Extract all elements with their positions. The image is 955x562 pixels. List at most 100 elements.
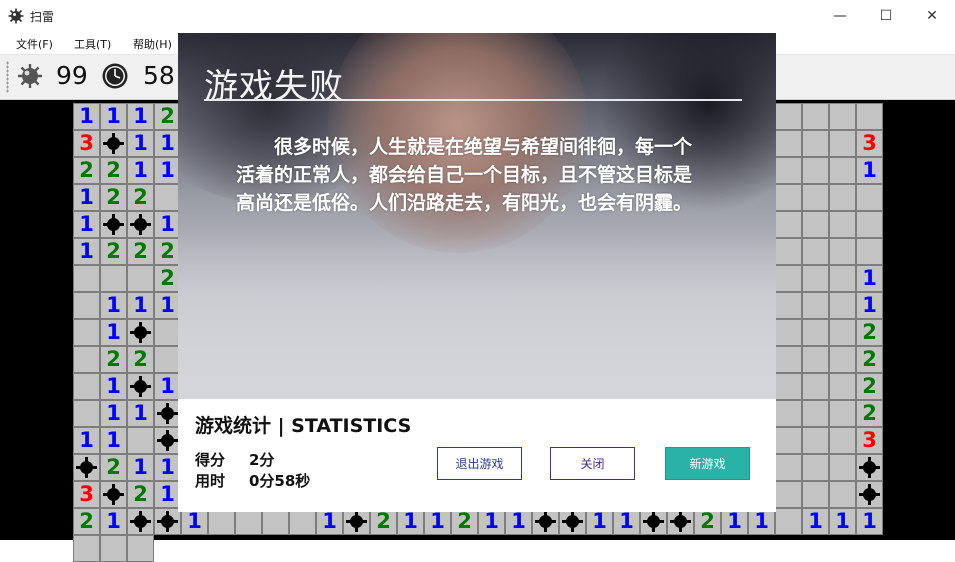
number-cell[interactable]: 1	[397, 508, 424, 535]
hidden-cell[interactable]	[829, 157, 856, 184]
mine-cell[interactable]	[100, 130, 127, 157]
hidden-cell[interactable]	[802, 130, 829, 157]
maximize-button[interactable]: ☐	[863, 0, 909, 32]
hidden-cell[interactable]	[775, 157, 802, 184]
number-cell[interactable]: 2	[154, 103, 181, 130]
number-cell[interactable]: 2	[100, 346, 127, 373]
hidden-cell[interactable]	[775, 481, 802, 508]
hidden-cell[interactable]	[802, 265, 829, 292]
title-bar[interactable]: 扫雷 — ☐ ✕	[0, 0, 955, 32]
number-cell[interactable]: 1	[127, 454, 154, 481]
hidden-cell[interactable]	[802, 103, 829, 130]
number-cell[interactable]: 1	[100, 427, 127, 454]
hidden-cell[interactable]	[802, 400, 829, 427]
hidden-cell[interactable]	[829, 373, 856, 400]
number-cell[interactable]: 2	[856, 373, 883, 400]
empty-cell[interactable]	[208, 508, 235, 535]
hidden-cell[interactable]	[775, 211, 802, 238]
hidden-cell[interactable]	[775, 130, 802, 157]
mine-cell[interactable]	[856, 481, 883, 508]
hidden-cell[interactable]	[802, 481, 829, 508]
hidden-cell[interactable]	[829, 265, 856, 292]
number-cell[interactable]: 1	[856, 157, 883, 184]
number-cell[interactable]: 1	[154, 211, 181, 238]
hidden-cell[interactable]	[856, 211, 883, 238]
mine-cell[interactable]	[100, 481, 127, 508]
hidden-cell[interactable]	[100, 265, 127, 292]
empty-cell[interactable]	[100, 535, 127, 562]
number-cell[interactable]: 2	[73, 157, 100, 184]
hidden-cell[interactable]	[802, 157, 829, 184]
number-cell[interactable]: 1	[127, 103, 154, 130]
mine-cell[interactable]	[343, 508, 370, 535]
hidden-cell[interactable]	[829, 103, 856, 130]
mine-cell[interactable]	[559, 508, 586, 535]
hidden-cell[interactable]	[829, 238, 856, 265]
hidden-cell[interactable]	[802, 238, 829, 265]
hidden-cell[interactable]	[775, 454, 802, 481]
empty-cell[interactable]	[262, 508, 289, 535]
number-cell[interactable]: 1	[73, 238, 100, 265]
number-cell[interactable]: 2	[694, 508, 721, 535]
number-cell[interactable]: 2	[127, 481, 154, 508]
number-cell[interactable]: 2	[370, 508, 397, 535]
number-cell[interactable]: 3	[73, 130, 100, 157]
number-cell[interactable]: 2	[100, 157, 127, 184]
number-cell[interactable]: 2	[127, 346, 154, 373]
hidden-cell[interactable]	[775, 400, 802, 427]
exit-game-button[interactable]: 退出游戏	[437, 447, 522, 480]
toolbar-grip[interactable]	[6, 61, 9, 93]
mine-cell[interactable]	[856, 454, 883, 481]
hidden-cell[interactable]	[775, 319, 802, 346]
hidden-cell[interactable]	[829, 184, 856, 211]
mine-cell[interactable]	[127, 319, 154, 346]
number-cell[interactable]: 1	[100, 508, 127, 535]
hidden-cell[interactable]	[73, 265, 100, 292]
hidden-cell[interactable]	[802, 292, 829, 319]
mine-cell[interactable]	[100, 211, 127, 238]
number-cell[interactable]: 2	[100, 184, 127, 211]
hidden-cell[interactable]	[775, 373, 802, 400]
number-cell[interactable]: 1	[100, 103, 127, 130]
hidden-cell[interactable]	[829, 292, 856, 319]
number-cell[interactable]: 2	[100, 238, 127, 265]
mine-cell[interactable]	[667, 508, 694, 535]
empty-cell[interactable]	[289, 508, 316, 535]
hidden-cell[interactable]	[775, 103, 802, 130]
number-cell[interactable]: 2	[451, 508, 478, 535]
number-cell[interactable]: 1	[505, 508, 532, 535]
number-cell[interactable]: 1	[154, 481, 181, 508]
number-cell[interactable]: 1	[100, 319, 127, 346]
hidden-cell[interactable]	[775, 346, 802, 373]
empty-cell[interactable]	[127, 535, 154, 562]
new-game-button[interactable]: 新游戏	[665, 447, 750, 480]
empty-cell[interactable]	[73, 319, 100, 346]
empty-cell[interactable]	[73, 292, 100, 319]
hidden-cell[interactable]	[127, 265, 154, 292]
hidden-cell[interactable]	[802, 346, 829, 373]
hidden-cell[interactable]	[775, 184, 802, 211]
empty-cell[interactable]	[154, 319, 181, 346]
number-cell[interactable]: 1	[127, 292, 154, 319]
empty-cell[interactable]	[73, 346, 100, 373]
number-cell[interactable]: 2	[154, 265, 181, 292]
close-window-button[interactable]: ✕	[909, 0, 955, 32]
number-cell[interactable]: 1	[73, 427, 100, 454]
number-cell[interactable]: 1	[316, 508, 343, 535]
number-cell[interactable]: 1	[856, 265, 883, 292]
number-cell[interactable]: 1	[127, 157, 154, 184]
hidden-cell[interactable]	[829, 211, 856, 238]
hidden-cell[interactable]	[802, 319, 829, 346]
mine-cell[interactable]	[154, 427, 181, 454]
number-cell[interactable]: 1	[154, 373, 181, 400]
mine-cell[interactable]	[154, 400, 181, 427]
number-cell[interactable]: 1	[154, 157, 181, 184]
number-cell[interactable]: 1	[721, 508, 748, 535]
number-cell[interactable]: 1	[73, 103, 100, 130]
minimize-button[interactable]: —	[817, 0, 863, 32]
hidden-cell[interactable]	[775, 265, 802, 292]
number-cell[interactable]: 2	[73, 508, 100, 535]
number-cell[interactable]: 1	[73, 184, 100, 211]
empty-cell[interactable]	[73, 373, 100, 400]
number-cell[interactable]: 2	[856, 346, 883, 373]
